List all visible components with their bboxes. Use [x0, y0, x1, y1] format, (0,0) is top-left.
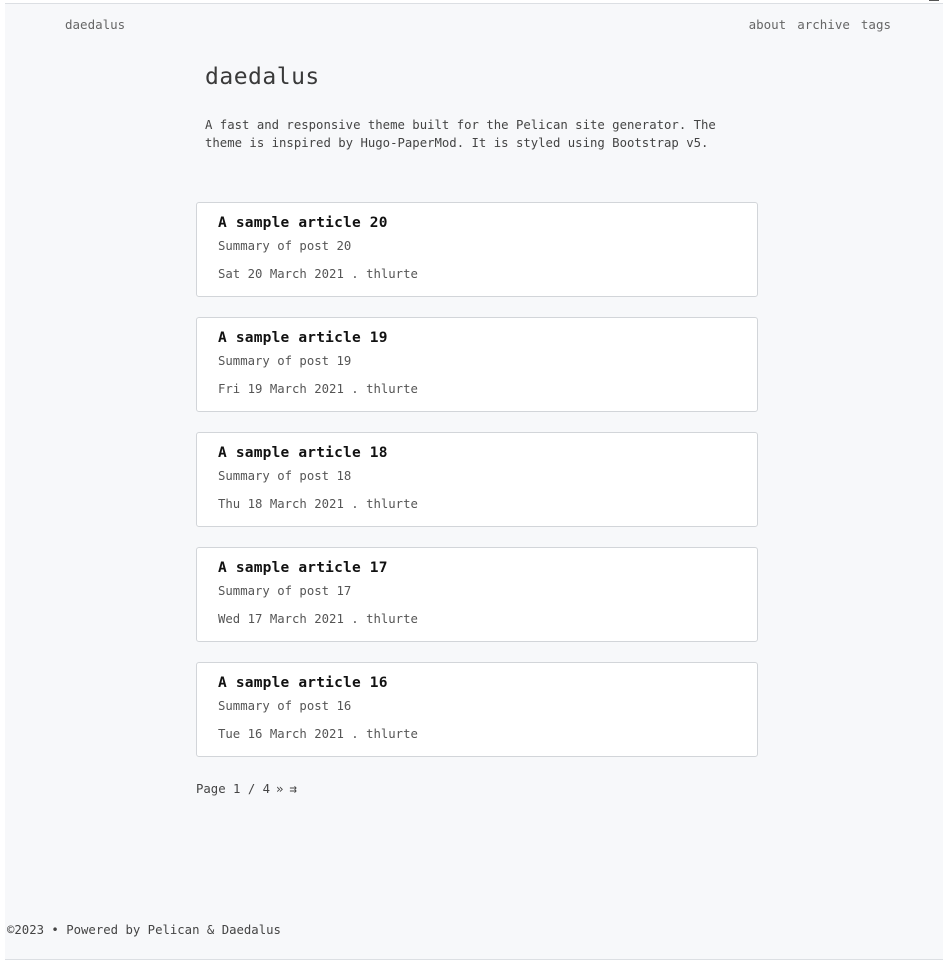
post-title[interactable]: A sample article 16 [218, 675, 736, 691]
page-frame: daedalus about archive tags daedalus A f… [5, 3, 943, 960]
post-meta: Thu 18 March 2021 . thlurte [218, 497, 418, 511]
post-meta: Sat 20 March 2021 . thlurte [218, 267, 418, 281]
nav-link-archive[interactable]: archive [797, 17, 850, 32]
post-summary: Summary of post 18 [218, 469, 352, 483]
site-title: daedalus [205, 64, 320, 90]
post-summary: Summary of post 20 [218, 239, 352, 253]
pagination: Page 1 / 4 » ⇉ [196, 782, 297, 796]
top-nav: daedalus about archive tags [5, 4, 943, 48]
nav-links: about archive tags [749, 17, 891, 32]
post-card[interactable]: A sample article 18 Summary of post 18 T… [196, 432, 758, 527]
window-corner-mark [929, 0, 939, 1]
post-title[interactable]: A sample article 17 [218, 560, 736, 576]
post-meta: Wed 17 March 2021 . thlurte [218, 612, 418, 626]
next-page-link[interactable]: » [276, 782, 283, 796]
post-card[interactable]: A sample article 16 Summary of post 16 T… [196, 662, 758, 757]
post-list: A sample article 20 Summary of post 20 S… [196, 202, 758, 777]
nav-link-tags[interactable]: tags [861, 17, 891, 32]
post-card[interactable]: A sample article 19 Summary of post 19 F… [196, 317, 758, 412]
site-header: daedalus A fast and responsive theme bui… [205, 64, 765, 152]
post-summary: Summary of post 16 [218, 699, 352, 713]
site-description: A fast and responsive theme built for th… [205, 118, 716, 150]
post-meta: Fri 19 March 2021 . thlurte [218, 382, 418, 396]
post-meta: Tue 16 March 2021 . thlurte [218, 727, 418, 741]
page-indicator: Page 1 / 4 [196, 782, 271, 796]
post-card[interactable]: A sample article 20 Summary of post 20 S… [196, 202, 758, 297]
last-page-icon[interactable]: ⇉ [289, 782, 296, 796]
post-title[interactable]: A sample article 18 [218, 445, 736, 461]
post-summary: Summary of post 17 [218, 584, 352, 598]
post-title[interactable]: A sample article 19 [218, 330, 736, 346]
post-title[interactable]: A sample article 20 [218, 215, 736, 231]
brand-link[interactable]: daedalus [65, 17, 125, 32]
nav-link-about[interactable]: about [749, 17, 787, 32]
site-footer: ©2023 • Powered by Pelican & Daedalus [7, 923, 281, 937]
post-summary: Summary of post 19 [218, 354, 352, 368]
post-card[interactable]: A sample article 17 Summary of post 17 W… [196, 547, 758, 642]
